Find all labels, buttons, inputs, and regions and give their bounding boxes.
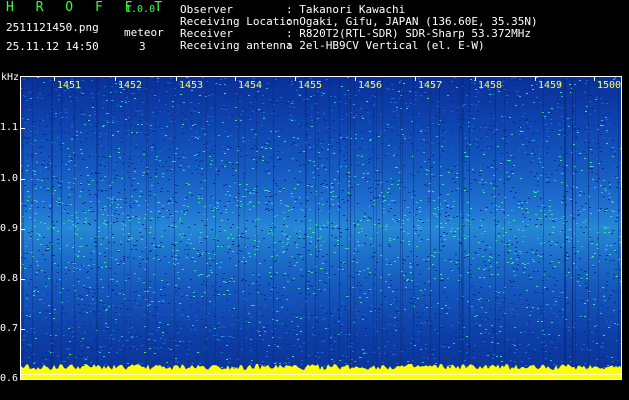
x-tick-mark: [355, 76, 356, 81]
x-tick-mark: [535, 76, 536, 81]
x-tick-mark: [295, 76, 296, 81]
baseline-line: [20, 374, 622, 375]
x-tick-mark: [475, 76, 476, 81]
y-tick-label: 0.9: [0, 223, 19, 234]
frequency-unit-label: kHz: [1, 72, 20, 83]
y-tick-mark: [20, 229, 25, 230]
x-tick-label: 1455: [298, 80, 323, 91]
y-tick-mark: [20, 128, 25, 129]
y-tick-mark: [20, 279, 25, 280]
file-name: 2511121450.png: [6, 21, 99, 34]
y-tick-label: 1.0: [0, 173, 19, 184]
x-tick-label: 1453: [179, 80, 204, 91]
y-tick-label: 0.7: [0, 323, 19, 334]
x-tick-label: 1459: [538, 80, 563, 91]
x-tick-mark: [415, 76, 416, 81]
meteor-count: 3: [139, 40, 146, 53]
header: H R O F F T 1.0.0 2511121450.png meteor …: [0, 0, 629, 68]
x-tick-label: 1457: [418, 80, 443, 91]
antenna-value: : 2el-HB9CV Vertical (el. E-W): [286, 39, 485, 52]
x-tick-label: 1500: [597, 80, 622, 91]
timestamp: 25.11.12 14:50: [6, 40, 99, 53]
x-tick-mark: [235, 76, 236, 81]
spectrogram-panel: [20, 76, 622, 380]
meteor-label: meteor: [124, 26, 164, 39]
x-tick-mark: [54, 76, 55, 81]
y-tick-label: 0.6: [0, 373, 19, 384]
app-version: 1.0.0: [125, 4, 156, 15]
x-tick-label: 1458: [478, 80, 503, 91]
x-tick-label: 1451: [57, 80, 82, 91]
y-tick-label: 1.1: [0, 122, 19, 133]
y-tick-label: 0.8: [0, 273, 19, 284]
y-tick-mark: [20, 179, 25, 180]
signal-level-trace: [20, 364, 622, 380]
x-tick-mark: [115, 76, 116, 81]
x-tick-mark: [594, 76, 595, 81]
x-tick-label: 1454: [238, 80, 263, 91]
x-tick-label: 1456: [358, 80, 383, 91]
spectrogram-noise: [20, 76, 622, 380]
y-tick-mark: [20, 379, 25, 380]
x-tick-label: 1452: [118, 80, 143, 91]
x-tick-mark: [176, 76, 177, 81]
antenna-label: Receiving antenna: [180, 39, 293, 52]
y-tick-mark: [20, 329, 25, 330]
